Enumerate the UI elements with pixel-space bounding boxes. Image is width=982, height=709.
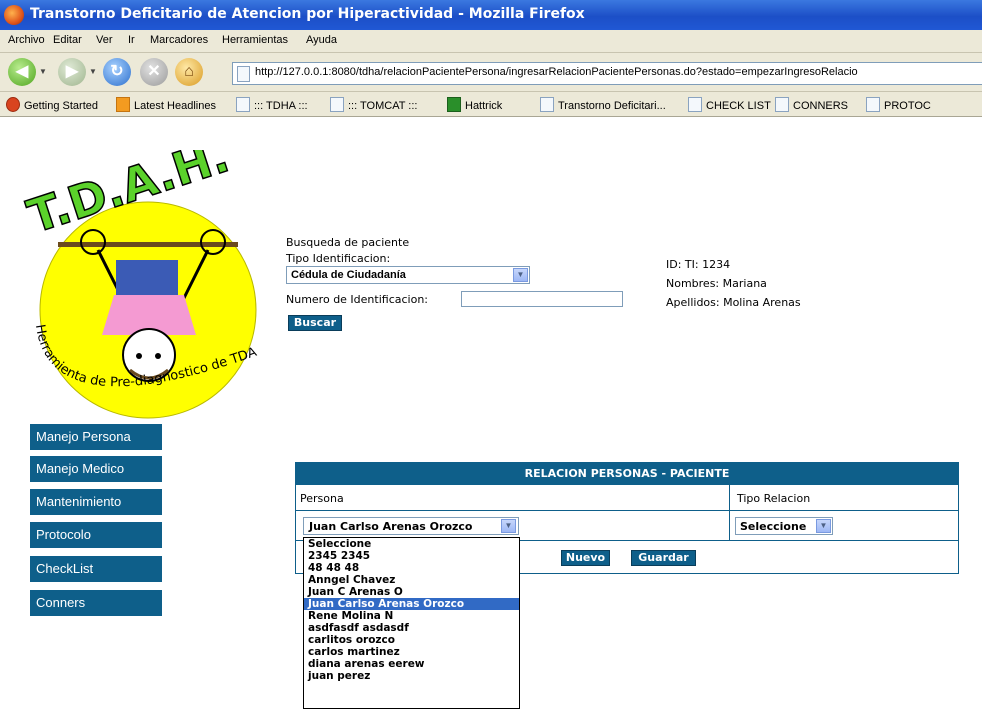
- tipo-identificacion-value: Cédula de Ciudadanía: [291, 269, 406, 281]
- back-button[interactable]: ◀: [8, 58, 36, 86]
- bookmark-label: Latest Headlines: [134, 100, 216, 112]
- bookmark-latest-headlines[interactable]: Latest Headlines: [116, 97, 216, 112]
- sidebar-item-conners[interactable]: Conners: [30, 590, 162, 616]
- bookmark-getting-started[interactable]: Getting Started: [6, 97, 98, 112]
- home-icon: ⌂: [184, 63, 194, 80]
- menu-marcadores[interactable]: Marcadores: [150, 34, 208, 46]
- reload-icon: ↻: [110, 63, 124, 80]
- bookmark-label: ::: TOMCAT :::: [348, 100, 418, 112]
- tipo-relacion-value: Seleccione: [740, 520, 807, 533]
- table-row-divider: [296, 510, 958, 511]
- dropdown-option[interactable]: 2345 2345: [304, 550, 519, 562]
- stop-icon: ✕: [147, 63, 161, 80]
- chevron-down-icon[interactable]: ▼: [501, 519, 516, 533]
- search-heading: Busqueda de paciente: [286, 236, 410, 249]
- chevron-down-icon[interactable]: ▼: [513, 268, 528, 282]
- nuevo-button[interactable]: Nuevo: [561, 550, 610, 566]
- reload-button[interactable]: ↻: [103, 58, 131, 86]
- menu-editar[interactable]: Editar: [53, 34, 82, 46]
- page-icon: [330, 97, 344, 112]
- sidebar-item-manejo-medico[interactable]: Manejo Medico: [30, 456, 162, 482]
- getting-started-icon: [6, 97, 20, 112]
- dropdown-option[interactable]: carlos martinez: [304, 646, 519, 658]
- dropdown-option[interactable]: Seleccione: [304, 538, 519, 550]
- chevron-down-icon[interactable]: ▼: [816, 519, 831, 533]
- forward-arrow-icon: ▶: [65, 63, 79, 80]
- numero-identificacion-label: Numero de Identificacion:: [286, 293, 429, 306]
- page-icon: [237, 66, 250, 82]
- tdah-logo: T.D.A.H. Herramienta de Pre-diagnostico …: [18, 150, 259, 419]
- home-button[interactable]: ⌂: [175, 58, 203, 86]
- page-icon: [688, 97, 702, 112]
- table-column-divider: [729, 485, 730, 540]
- dropdown-option[interactable]: 48 48 48: [304, 562, 519, 574]
- persona-value: Juan Carlso Arenas Orozco: [309, 520, 473, 533]
- rss-icon: [116, 97, 130, 112]
- forward-button[interactable]: ▶: [58, 58, 86, 86]
- firefox-icon: [4, 5, 24, 25]
- persona-dropdown-list[interactable]: Seleccione 2345 2345 48 48 48 Anngel Cha…: [303, 537, 520, 709]
- forward-history-dropdown-icon[interactable]: ▼: [89, 67, 97, 76]
- dropdown-option[interactable]: juan perez: [304, 670, 519, 682]
- dropdown-option-selected[interactable]: Juan Carlso Arenas Orozco: [304, 598, 519, 610]
- menu-ir[interactable]: Ir: [128, 34, 135, 46]
- bookmark-label: Getting Started: [24, 100, 98, 112]
- patient-apellidos: Apellidos: Molina Arenas: [666, 296, 801, 309]
- bookmarks-toolbar: Getting Started Latest Headlines ::: TDH…: [0, 92, 982, 117]
- dropdown-option[interactable]: diana arenas eerew: [304, 658, 519, 670]
- dropdown-option[interactable]: Juan C Arenas O: [304, 586, 519, 598]
- bookmark-conners[interactable]: CONNERS: [775, 97, 848, 112]
- sidebar-item-manejo-persona[interactable]: Manejo Persona: [30, 424, 162, 450]
- patient-id: ID: TI: 1234: [666, 258, 731, 271]
- window-title: Transtorno Deficitario de Atencion por H…: [30, 6, 585, 22]
- address-bar[interactable]: http://127.0.0.1:8080/tdha/relacionPacie…: [232, 62, 982, 85]
- bookmark-label: Hattrick: [465, 100, 503, 112]
- dropdown-option[interactable]: Anngel Chavez: [304, 574, 519, 586]
- tipo-relacion-select[interactable]: Seleccione ▼: [735, 517, 833, 535]
- numero-identificacion-input[interactable]: [461, 291, 623, 307]
- bookmark-tdha[interactable]: ::: TDHA :::: [236, 97, 308, 112]
- stop-button[interactable]: ✕: [140, 58, 168, 86]
- page-icon: [866, 97, 880, 112]
- menu-herramientas[interactable]: Herramientas: [222, 34, 288, 46]
- bookmark-protoc[interactable]: PROTOC: [866, 97, 931, 112]
- persona-select[interactable]: Juan Carlso Arenas Orozco ▼: [303, 517, 519, 535]
- address-url: http://127.0.0.1:8080/tdha/relacionPacie…: [255, 66, 858, 78]
- dropdown-option[interactable]: Rene Molina N: [304, 610, 519, 622]
- tipo-identificacion-label: Tipo Identificacion:: [286, 252, 391, 265]
- bookmark-label: PROTOC: [884, 100, 931, 112]
- menu-ver[interactable]: Ver: [96, 34, 113, 46]
- bookmark-check-list[interactable]: CHECK LIST: [688, 97, 771, 112]
- bookmark-tomcat[interactable]: ::: TOMCAT :::: [330, 97, 417, 112]
- relation-table-title: RELACION PERSONAS - PACIENTE: [296, 463, 958, 485]
- bookmark-label: Transtorno Deficitari...: [558, 100, 666, 112]
- back-history-dropdown-icon[interactable]: ▼: [39, 67, 47, 76]
- dropdown-option[interactable]: asdfasdf asdasdf: [304, 622, 519, 634]
- bookmark-label: ::: TDHA :::: [254, 100, 308, 112]
- column-header-tipo-relacion: Tipo Relacion: [737, 492, 811, 505]
- bookmark-hattrick[interactable]: Hattrick: [447, 97, 502, 112]
- buscar-button[interactable]: Buscar: [288, 315, 342, 331]
- page-icon: [236, 97, 250, 112]
- sidebar-item-checklist[interactable]: CheckList: [30, 556, 162, 582]
- sidebar-item-protocolo[interactable]: Protocolo: [30, 522, 162, 548]
- patient-nombres: Nombres: Mariana: [666, 277, 767, 290]
- bookmark-label: CHECK LIST: [706, 100, 771, 112]
- menu-bar: Archivo Editar Ver Ir Marcadores Herrami…: [0, 30, 982, 53]
- tipo-identificacion-select[interactable]: Cédula de Ciudadanía ▼: [286, 266, 530, 284]
- column-header-persona: Persona: [300, 492, 344, 505]
- menu-archivo[interactable]: Archivo: [8, 34, 45, 46]
- bookmark-label: CONNERS: [793, 100, 849, 112]
- page-icon: [775, 97, 789, 112]
- dropdown-option[interactable]: carlitos orozco: [304, 634, 519, 646]
- sidebar-item-mantenimiento[interactable]: Mantenimiento: [30, 489, 162, 515]
- hattrick-icon: [447, 97, 461, 112]
- bookmark-transtorno[interactable]: Transtorno Deficitari...: [540, 97, 666, 112]
- window-title-bar: Transtorno Deficitario de Atencion por H…: [0, 0, 982, 30]
- page-icon: [540, 97, 554, 112]
- guardar-button[interactable]: Guardar: [631, 550, 696, 566]
- back-arrow-icon: ◀: [15, 63, 29, 80]
- menu-ayuda[interactable]: Ayuda: [306, 34, 337, 46]
